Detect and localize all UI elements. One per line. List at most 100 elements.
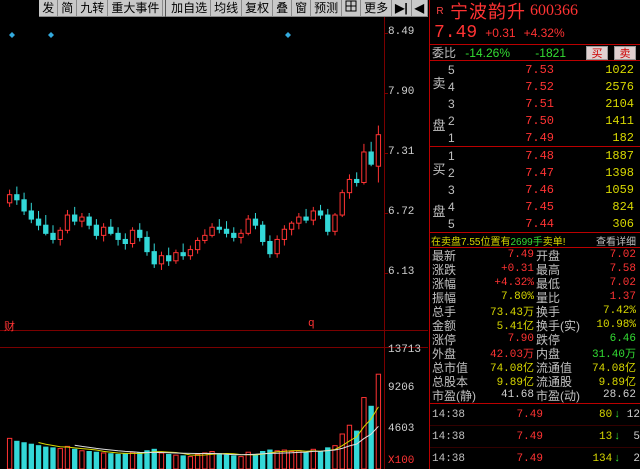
toolbar-btn-adjust[interactable]: 复权 (242, 0, 274, 17)
toolbar-btn-more[interactable]: 更多 (361, 0, 393, 17)
level-number: 1 (448, 130, 455, 145)
volume-bar (173, 454, 179, 469)
candle-body (180, 252, 186, 257)
candle-body (151, 251, 157, 265)
buy-order-book: 买 盘 1 7.48 1887 2 7.47 1398 3 7.46 1059 4 7.45 8… (430, 147, 640, 233)
sell-level-row[interactable]: 4 7.52 2576 (448, 78, 640, 95)
toolbar-btn-ma[interactable]: 均线 (211, 0, 243, 17)
candle-body (245, 218, 251, 234)
candle-body (317, 210, 324, 216)
toolbar-btn-forecast[interactable]: 预测 (311, 0, 343, 17)
price-tick: 6.72 (388, 206, 415, 218)
buy-level-row[interactable]: 2 7.47 1398 (448, 164, 640, 181)
buy-level-row[interactable]: 4 7.45 824 (448, 198, 640, 215)
candle-body (296, 216, 302, 224)
toolbar-btn-jiuzhuan[interactable]: 九转 (77, 0, 109, 17)
buy-level-row[interactable]: 3 7.46 1059 (448, 181, 640, 198)
candle-body (325, 214, 331, 232)
level-volume: 1398 (605, 165, 634, 180)
candle-body (50, 232, 56, 240)
level-volume: 2576 (605, 79, 634, 94)
volume-bar (339, 433, 345, 469)
sell-side-label: 卖 盘 (430, 61, 448, 146)
event-marker[interactable]: q (308, 318, 315, 330)
volume-bar (144, 450, 150, 469)
level-number: 2 (448, 113, 455, 128)
stat-value: 7.49 (507, 249, 534, 261)
buy-level-row[interactable]: 1 7.48 1887 (448, 147, 640, 164)
tick-price: 7.49 (516, 430, 543, 443)
title-row: R 宁波韵升 600366 (430, 0, 640, 22)
level-volume: 182 (612, 130, 634, 145)
buy-button[interactable]: 买 (586, 45, 608, 60)
candle-body (274, 238, 280, 255)
kline-chart[interactable]: 8.49 7.90 7.31 6.72 6.13 13713 9206 4603… (0, 17, 428, 469)
down-arrow-icon: ↓ (613, 452, 621, 465)
level-number: 2 (448, 165, 455, 180)
toolbar-btn-grid[interactable] (342, 0, 362, 17)
candle-body (144, 236, 150, 253)
tick-time: 14:38 (432, 408, 466, 421)
sell-button[interactable]: 卖 (614, 45, 636, 60)
volume-bar (137, 452, 143, 469)
level-number: 4 (448, 79, 455, 94)
toolbar-btn-jian[interactable]: 简 (58, 0, 78, 17)
toolbar-btn-add-watchlist[interactable]: 加自选 (168, 0, 212, 17)
toolbar-collapse-icon[interactable]: ◀ (412, 0, 428, 17)
volume-tick: 4603 (388, 423, 415, 435)
volume-bar (72, 448, 78, 469)
sell-level-row[interactable]: 3 7.51 2104 (448, 95, 640, 112)
volume-bar (57, 448, 63, 469)
sell-level-row[interactable]: 5 7.53 1022 (448, 61, 640, 78)
tick-row: 14:38 7.49 80 ↓ 12 (430, 404, 640, 426)
level-number: 5 (448, 62, 455, 77)
level-price: 7.52 (525, 79, 554, 94)
level-volume: 1887 (605, 148, 634, 163)
tick-price: 7.49 (516, 452, 543, 465)
candle-body (223, 228, 230, 234)
volume-bar (310, 448, 316, 469)
volume-bar (100, 452, 107, 469)
candle-body (129, 229, 136, 245)
stat-row: 市盈(静) 41.68 市盈(动) 28.62 (430, 388, 640, 403)
event-diamond-icon (9, 32, 15, 38)
tick-row: 14:38 7.49 13 ↓ 5 (430, 426, 640, 448)
volume-bar (129, 451, 136, 469)
sell-side-char: 盘 (432, 118, 446, 134)
buy-level-row[interactable]: 5 7.44 306 (448, 215, 640, 232)
volume-bar (122, 453, 128, 469)
candle-body (108, 226, 114, 234)
tick-volume: 13 (599, 430, 613, 443)
price-row: 7.49 +0.31 +4.32% (430, 22, 640, 44)
price-tick: 8.49 (388, 26, 415, 38)
toolbar-btn-overlay[interactable]: 叠 (273, 0, 293, 17)
toolbar-btn-events[interactable]: 重大事件 (108, 0, 164, 17)
level-price: 7.44 (525, 216, 554, 231)
kline-svg (0, 17, 428, 469)
level-number: 5 (448, 216, 455, 231)
volume-bar (187, 456, 194, 469)
level-price: 7.49 (525, 130, 554, 145)
view-details-link[interactable]: 查看详细 (596, 233, 640, 248)
toolbar-expand-icon[interactable]: ▶| (392, 0, 412, 17)
toolbar-btn-window[interactable]: 窗 (292, 0, 312, 17)
sell-level-row[interactable]: 2 7.50 1411 (448, 112, 640, 129)
level-number: 3 (448, 182, 455, 197)
tick-time: 14:38 (432, 452, 466, 465)
volume-bar (166, 453, 172, 469)
stat-value: 10.98% (596, 319, 636, 331)
volume-bar (158, 452, 165, 469)
candle-body (57, 229, 63, 240)
volume-bar (375, 373, 382, 469)
level-price: 7.50 (525, 113, 554, 128)
sell-level-row[interactable]: 1 7.49 182 (448, 129, 640, 146)
toolbar-btn-fa[interactable]: 发 (39, 0, 59, 17)
candle-body (303, 216, 309, 221)
level-volume: 1022 (605, 62, 634, 77)
finance-marker[interactable]: 财 (4, 318, 15, 334)
volume-bar (238, 456, 244, 469)
sell-side-char: 卖 (432, 75, 446, 91)
candle-body (21, 199, 27, 212)
level-number: 4 (448, 199, 455, 214)
stat-value: 6.46 (609, 333, 636, 345)
